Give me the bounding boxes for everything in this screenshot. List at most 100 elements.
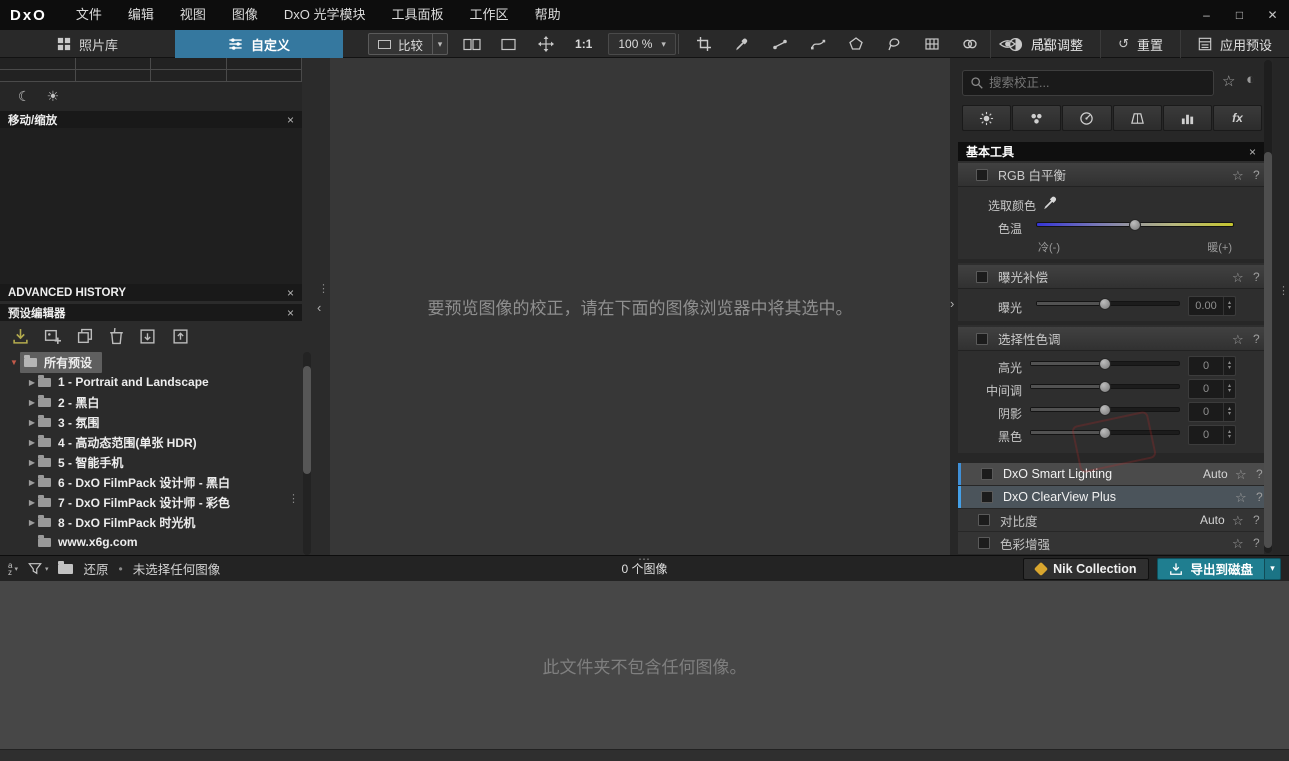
spinner-arrows[interactable]: ▴▾ [1223, 403, 1235, 421]
menu-item-view[interactable]: 视图 [167, 0, 219, 30]
slider-knob[interactable] [1099, 404, 1111, 416]
preset-import-icon[interactable] [139, 328, 156, 345]
smart-lighting-row[interactable]: DxO Smart Lighting Auto ☆ ? [958, 463, 1264, 485]
contrast-row[interactable]: 对比度 Auto ☆ ? [958, 509, 1264, 531]
tree-collapsed-icon[interactable]: ▶ [26, 398, 38, 407]
white-balance-header[interactable]: RGB 白平衡 ☆ ? [958, 163, 1264, 187]
preset-folder-row[interactable]: ▶5 - 智能手机 [0, 452, 300, 472]
right-panel-divider[interactable]: › [950, 58, 958, 555]
zoom-level-dropdown[interactable]: 100 % ▾ [608, 33, 676, 55]
local-adjustments-button[interactable]: 局部调整 [990, 30, 1100, 58]
menu-item-palettes[interactable]: 工具面板 [379, 0, 457, 30]
fx-tab[interactable]: fx [1213, 105, 1262, 131]
preset-root-row[interactable]: ▼ 所有预设 [0, 352, 300, 372]
preset-folder-row[interactable]: ▶8 - DxO FilmPack 时光机 [0, 512, 300, 532]
spinner-arrows[interactable]: ▴▾ [1223, 380, 1235, 398]
preset-folder-row[interactable]: ▶4 - 高动态范围(单张 HDR) [0, 432, 300, 452]
sort-button[interactable]: az ▾ [8, 562, 18, 576]
selective-tone-checkbox[interactable] [976, 333, 988, 345]
close-icon[interactable]: × [287, 113, 294, 127]
divider-grip[interactable]: ⋮ [318, 284, 329, 294]
tab-photolibrary[interactable]: 照片库 [0, 30, 175, 58]
smart-lighting-checkbox[interactable] [981, 468, 993, 480]
slider-knob[interactable] [1099, 358, 1111, 370]
help-icon[interactable]: ? [1256, 490, 1263, 504]
shadows-slider[interactable] [1030, 407, 1180, 412]
star-icon[interactable]: ☆ [1232, 332, 1244, 348]
slider-knob[interactable] [1129, 219, 1141, 231]
preset-folder-row[interactable]: ▶6 - DxO FilmPack 设计师 - 黑白 [0, 472, 300, 492]
slider-knob[interactable] [1099, 298, 1111, 310]
preset-duplicate-icon[interactable] [77, 328, 94, 345]
menu-item-optics-modules[interactable]: DxO 光学模块 [271, 0, 379, 30]
star-icon[interactable]: ☆ [1235, 490, 1247, 506]
split-view-button[interactable] [458, 32, 485, 56]
compare-dropdown[interactable]: ▾ [432, 34, 447, 54]
preset-tree-scrollbar[interactable] [303, 352, 311, 555]
close-icon[interactable]: × [287, 286, 294, 300]
white-balance-checkbox[interactable] [976, 169, 988, 181]
perspective-tool-button[interactable] [918, 32, 945, 56]
color-picker-tool-button[interactable] [728, 32, 755, 56]
star-icon[interactable]: ☆ [1235, 467, 1247, 483]
tree-collapsed-icon[interactable]: ▶ [26, 438, 38, 447]
help-icon[interactable]: ? [1253, 332, 1260, 346]
highlight-clipping-icon[interactable]: ☀ [47, 88, 60, 105]
color-rendering-checkbox[interactable] [978, 537, 990, 549]
exposure-slider[interactable] [1036, 301, 1180, 306]
preset-new-icon[interactable] [44, 328, 61, 345]
curve-points-tool-button[interactable] [804, 32, 831, 56]
search-corrections-input[interactable] [989, 76, 1213, 90]
pan-tool-button[interactable] [532, 32, 559, 56]
restore-button[interactable]: 还原 [83, 559, 108, 578]
spinner-arrows[interactable]: ▴▾ [1223, 426, 1235, 444]
preset-delete-icon[interactable] [108, 328, 125, 345]
help-icon[interactable]: ? [1253, 168, 1260, 182]
close-icon[interactable]: × [1249, 145, 1256, 159]
preset-apply-icon[interactable] [12, 328, 29, 345]
smart-lighting-mode[interactable]: Auto [1203, 467, 1228, 481]
preset-root-selected[interactable]: 所有预设 [20, 352, 102, 373]
preset-folder-row[interactable]: ▶3 - 氛围 [0, 412, 300, 432]
panel-resize-grip[interactable]: ⋮ [288, 494, 299, 504]
minimize-button[interactable]: – [1190, 0, 1223, 30]
star-icon[interactable]: ☆ [1232, 270, 1244, 286]
shadows-value-spinner[interactable]: 0▴▾ [1188, 402, 1236, 422]
geometry-tab[interactable] [1113, 105, 1162, 131]
collapse-left-panel-icon[interactable]: ‹ [317, 300, 321, 315]
blacks-slider[interactable] [1030, 430, 1180, 435]
nik-collection-button[interactable]: Nik Collection [1023, 558, 1149, 580]
preset-folder-row[interactable]: www.x6g.com [0, 532, 300, 552]
horizon-tool-button[interactable] [766, 32, 793, 56]
blacks-value-spinner[interactable]: 0▴▾ [1188, 425, 1236, 445]
highlights-value-spinner[interactable]: 0▴▾ [1188, 356, 1236, 376]
active-corrections-toggle-icon[interactable]: ◐ [1246, 71, 1255, 88]
preset-folder-row[interactable]: ▶2 - 黑白 [0, 392, 300, 412]
light-tab[interactable] [962, 105, 1011, 131]
preset-editor-palette-header[interactable]: 预设编辑器 × [0, 304, 302, 321]
close-button[interactable]: ✕ [1256, 0, 1289, 30]
folder-source-button[interactable] [58, 564, 73, 574]
menu-item-edit[interactable]: 编辑 [115, 0, 167, 30]
reset-button[interactable]: ↺ 重置 [1100, 30, 1180, 58]
zoom-1-1-button[interactable]: 1:1 [569, 37, 598, 51]
compare-button[interactable]: 比较 ▾ [368, 33, 448, 55]
local-adjustments-tab[interactable] [1163, 105, 1212, 131]
contrast-mode[interactable]: Auto [1200, 513, 1225, 527]
apply-preset-button[interactable]: 应用预设 [1180, 30, 1289, 58]
tab-customize[interactable]: 自定义 [175, 30, 343, 58]
temperature-slider[interactable] [1036, 222, 1234, 227]
menu-item-workspace[interactable]: 工作区 [457, 0, 522, 30]
polygon-tool-button[interactable] [842, 32, 869, 56]
exposure-checkbox[interactable] [976, 271, 988, 283]
preset-folder-row[interactable]: ▶1 - Portrait and Landscape [0, 372, 300, 392]
help-icon[interactable]: ? [1253, 513, 1260, 527]
spinner-arrows[interactable]: ▴▾ [1223, 357, 1235, 375]
detail-tab[interactable] [1062, 105, 1111, 131]
exposure-header[interactable]: 曝光补偿 ☆ ? [958, 265, 1264, 289]
slider-knob[interactable] [1099, 427, 1111, 439]
tree-collapsed-icon[interactable]: ▶ [26, 458, 38, 467]
repair-tool-button[interactable] [956, 32, 983, 56]
menu-item-help[interactable]: 帮助 [522, 0, 574, 30]
basic-tools-header[interactable]: 基本工具 × [958, 142, 1264, 161]
